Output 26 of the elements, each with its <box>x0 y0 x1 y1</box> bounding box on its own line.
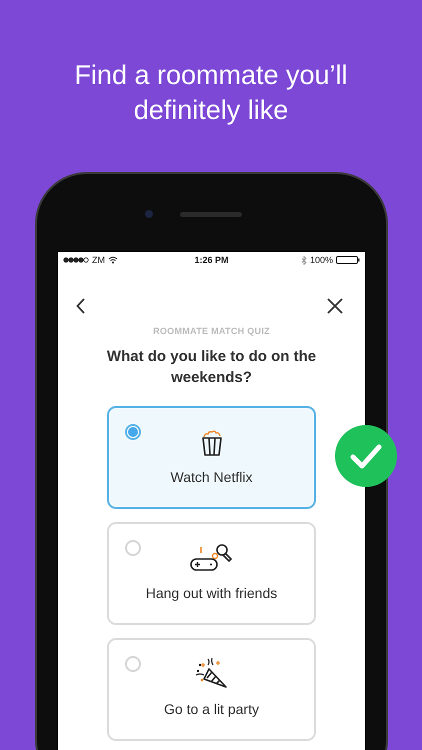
radio-button[interactable] <box>125 424 141 440</box>
option-card[interactable]: Watch Netflix <box>107 406 316 509</box>
signal-icon <box>63 257 89 263</box>
option-label: Watch Netflix <box>170 469 252 485</box>
game-controller-icon <box>188 543 234 573</box>
radio-button[interactable] <box>125 656 141 672</box>
carrier-name: ZM <box>92 255 105 265</box>
clock-time: 1:26 PM <box>194 255 229 265</box>
bluetooth-icon <box>300 256 307 264</box>
party-popper-icon <box>194 657 230 689</box>
popcorn-icon <box>200 429 224 457</box>
quiz-label: ROOMMATE MATCH QUIZ <box>152 326 271 336</box>
camera-icon <box>145 210 153 218</box>
headline: Find a roommate you’ll definitely like <box>73 59 349 127</box>
speaker-icon <box>180 212 242 217</box>
battery-icon <box>336 256 360 264</box>
wifi-icon <box>108 256 118 264</box>
battery-percent: 100% <box>310 255 334 265</box>
radio-button[interactable] <box>125 540 141 556</box>
back-icon[interactable] <box>76 298 86 314</box>
option-card[interactable]: Go to a lit party <box>107 638 316 741</box>
option-label: Hang out with friends <box>146 585 278 601</box>
option-card[interactable]: Hang out with friends <box>107 522 316 625</box>
question-text: What do you like to do on the weekends? <box>106 347 318 388</box>
close-icon[interactable] <box>327 298 343 314</box>
option-label: Go to a lit party <box>164 701 259 717</box>
